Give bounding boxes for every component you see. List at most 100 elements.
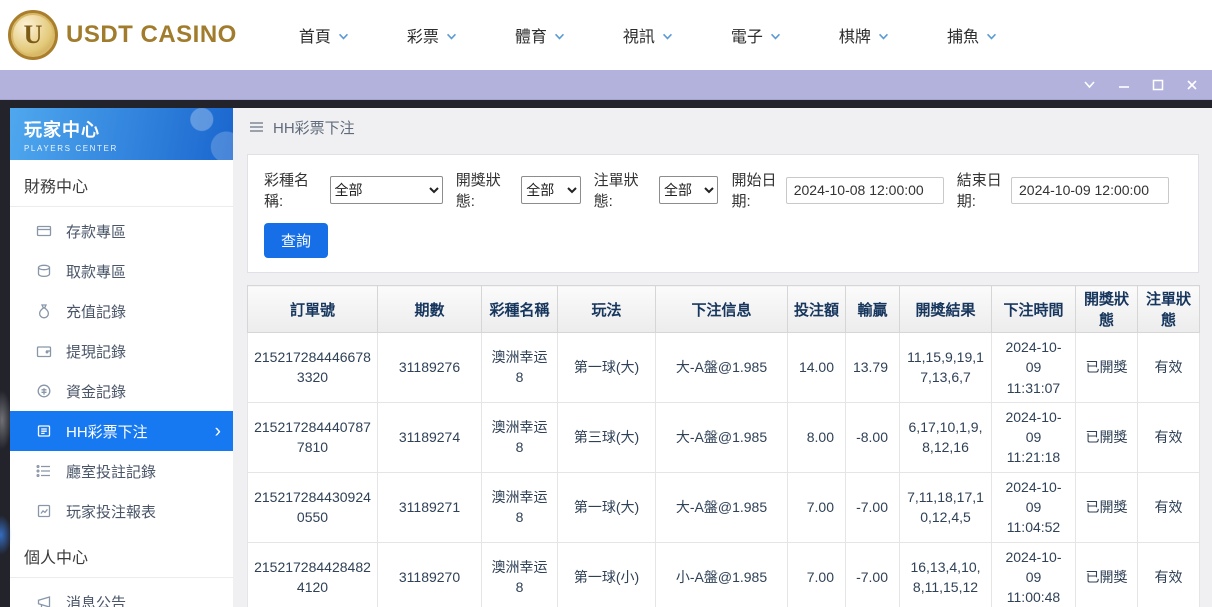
breadcrumb: HH彩票下注 xyxy=(233,108,1212,146)
sidebar-item-hall[interactable]: 廳室投註記錄 xyxy=(10,451,233,491)
window-controls xyxy=(1083,79,1198,91)
table-cell: 第一球(小) xyxy=(558,542,656,607)
table-cell: 7.00 xyxy=(788,472,846,542)
recharge-icon xyxy=(36,303,52,319)
sidebar: 玩家中心 PLAYERS CENTER 財務中心 存款專區取款專區充值記錄提現記… xyxy=(10,108,233,607)
table-cell: -7.00 xyxy=(846,472,900,542)
table-cell: 11,15,9,19,17,13,6,7 xyxy=(900,333,992,403)
window-minimize-icon[interactable] xyxy=(1118,79,1130,91)
nav-item[interactable]: 捕魚 xyxy=(947,23,997,47)
sidebar-item-report[interactable]: 玩家投注報表 xyxy=(10,491,233,531)
table-cell: 2152172844284824120 xyxy=(248,542,378,607)
column-header: 彩種名稱 xyxy=(482,286,558,333)
table-cell: 31189274 xyxy=(378,402,482,472)
window-titlebar xyxy=(0,70,1212,100)
table-cell: 已開獎 xyxy=(1076,402,1138,472)
end-date-input[interactable] xyxy=(1011,177,1169,204)
casino-logo[interactable]: U USDT CASINO xyxy=(8,10,237,60)
sidebar-item-message[interactable]: 消息公告 xyxy=(10,582,233,607)
chevron-down-icon xyxy=(446,33,457,40)
sidebar-item-withdraw[interactable]: 取款專區 xyxy=(10,251,233,291)
table-cell: 有效 xyxy=(1138,333,1200,403)
logo-letter: U xyxy=(24,20,43,50)
hamburger-icon xyxy=(249,121,264,133)
nav-item[interactable]: 棋牌 xyxy=(839,23,889,47)
draw-status-select[interactable]: 全部 xyxy=(521,176,580,204)
sidebar-item-label: 取款專區 xyxy=(66,261,126,282)
filter-card: 彩種名稱: 全部 開獎狀態: 全部 注單狀態: 全 xyxy=(247,154,1199,273)
sidebar-item-recharge[interactable]: 充值記錄 xyxy=(10,291,233,331)
nav-item[interactable]: 彩票 xyxy=(407,23,457,47)
sidebar-item-label: 玩家投注報表 xyxy=(66,501,156,522)
sidebar-item-label: 充值記錄 xyxy=(66,301,126,322)
player-center-subtitle: PLAYERS CENTER xyxy=(24,144,233,153)
start-date-input[interactable] xyxy=(786,177,944,204)
sidebar-item-label: 資金記錄 xyxy=(66,381,126,402)
chevron-down-icon xyxy=(554,33,565,40)
column-header: 注單狀態 xyxy=(1138,286,1200,333)
table-cell: 大-A盤@1.985 xyxy=(656,472,788,542)
column-header: 開獎結果 xyxy=(900,286,992,333)
withdraw-icon xyxy=(36,263,52,279)
column-header: 下注信息 xyxy=(656,286,788,333)
table-cell: 2152172844309240550 xyxy=(248,472,378,542)
section-personal-heading: 個人中心 xyxy=(10,531,233,578)
bet-table-body: 215217284446678332031189276澳洲幸运8第一球(大)大-… xyxy=(248,333,1200,607)
lottery-name-select[interactable]: 全部 xyxy=(330,176,443,204)
finance-menu: 存款專區取款專區充值記錄提現記錄資金記錄 HH彩票下注› 廳室投註記錄玩家投注報表 xyxy=(10,211,233,531)
table-cell: 第一球(大) xyxy=(558,333,656,403)
sidebar-item-cashout[interactable]: 提現記錄 xyxy=(10,331,233,371)
section-finance-heading: 財務中心 xyxy=(10,160,233,207)
sidebar-item-lottery[interactable]: HH彩票下注› xyxy=(10,411,233,451)
sidebar-item-deposit[interactable]: 存款專區 xyxy=(10,211,233,251)
table-cell: -7.00 xyxy=(846,542,900,607)
table-row: 215217284440787781031189274澳洲幸运8第三球(大)大-… xyxy=(248,402,1200,472)
table-cell: 已開獎 xyxy=(1076,333,1138,403)
nav-item[interactable]: 視訊 xyxy=(623,23,673,47)
sidebar-item-label: HH彩票下注 xyxy=(66,421,148,442)
player-center-title: 玩家中心 xyxy=(24,116,233,142)
nav-item[interactable]: 首頁 xyxy=(299,23,349,47)
column-header: 投注額 xyxy=(788,286,846,333)
table-cell: 31189271 xyxy=(378,472,482,542)
sidebar-item-funds[interactable]: 資金記錄 xyxy=(10,371,233,411)
table-cell: 小-A盤@1.985 xyxy=(656,542,788,607)
order-status-select[interactable]: 全部 xyxy=(659,176,718,204)
chevron-down-icon xyxy=(770,33,781,40)
player-center-header: 玩家中心 PLAYERS CENTER xyxy=(10,108,233,160)
nav-item[interactable]: 體育 xyxy=(515,23,565,47)
table-row: 215217284446678332031189276澳洲幸运8第一球(大)大-… xyxy=(248,333,1200,403)
draw-status-label: 開獎狀態: xyxy=(456,169,515,211)
table-cell: 31189270 xyxy=(378,542,482,607)
window-collapse-icon[interactable] xyxy=(1083,80,1096,89)
table-cell: 已開獎 xyxy=(1076,472,1138,542)
lottery-icon xyxy=(36,423,52,439)
window-body: 玩家中心 PLAYERS CENTER 財務中心 存款專區取款專區充值記錄提現記… xyxy=(0,100,1212,607)
table-row: 215217284428482412031189270澳洲幸运8第一球(小)小-… xyxy=(248,542,1200,607)
funds-icon xyxy=(36,383,52,399)
end-date-label: 結束日期: xyxy=(957,169,1005,211)
column-header: 開獎狀態 xyxy=(1076,286,1138,333)
filter-row: 彩種名稱: 全部 開獎狀態: 全部 注單狀態: 全 xyxy=(264,169,1182,211)
search-button[interactable]: 查詢 xyxy=(264,223,328,258)
window-close-icon[interactable] xyxy=(1186,79,1198,91)
report-icon xyxy=(36,503,52,519)
table-cell: 2152172844407877810 xyxy=(248,402,378,472)
table-cell: 澳洲幸运8 xyxy=(482,472,558,542)
lottery-name-label: 彩種名稱: xyxy=(264,169,324,211)
nav-item[interactable]: 電子 xyxy=(731,23,781,47)
table-cell: 有效 xyxy=(1138,402,1200,472)
table-cell: 7.00 xyxy=(788,542,846,607)
sidebar-item-label: 廳室投註記錄 xyxy=(66,461,156,482)
table-cell: 第一球(大) xyxy=(558,472,656,542)
table-cell: 14.00 xyxy=(788,333,846,403)
chevron-down-icon xyxy=(662,33,673,40)
bet-table: 訂單號期數彩種名稱玩法下注信息投注額輸贏開獎結果下注時間開獎狀態注單狀態 215… xyxy=(247,285,1200,607)
table-cell: 澳洲幸运8 xyxy=(482,333,558,403)
table-cell: 澳洲幸运8 xyxy=(482,542,558,607)
sidebar-item-label: 消息公告 xyxy=(66,592,126,607)
window-maximize-icon[interactable] xyxy=(1152,79,1164,91)
chevron-down-icon xyxy=(878,33,889,40)
nav-item-label: 電子 xyxy=(731,23,763,47)
message-icon xyxy=(36,594,52,607)
